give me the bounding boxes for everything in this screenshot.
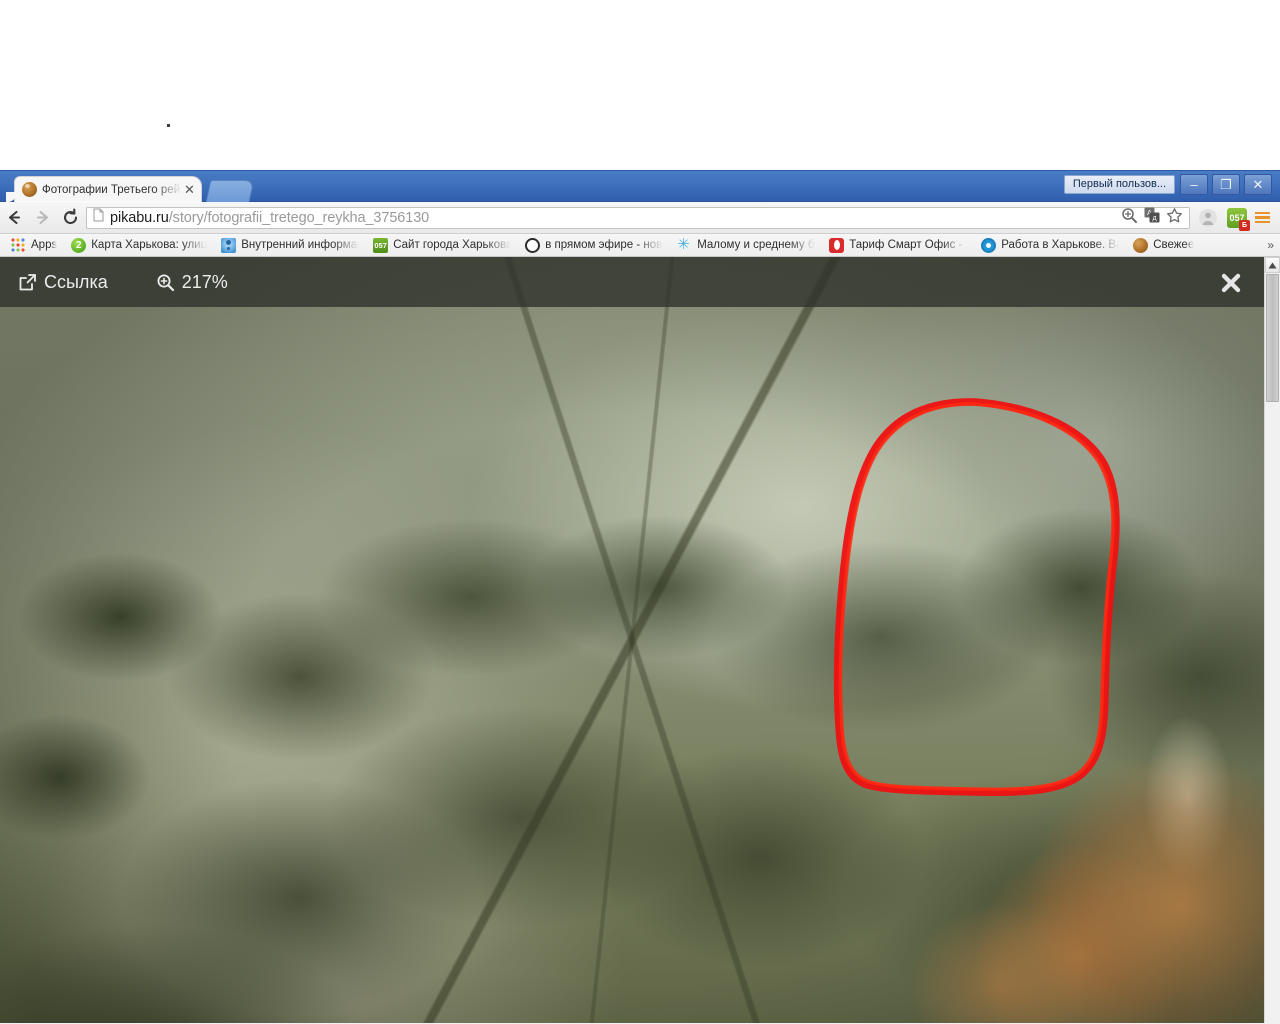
person-silhouette-icon[interactable] <box>1194 204 1222 232</box>
star-burst-icon <box>677 236 692 253</box>
apps-grid-icon <box>11 237 26 253</box>
viewer-close-button[interactable] <box>1220 272 1242 294</box>
pikabu-icon <box>1133 237 1149 253</box>
bookmark-label: Работа в Харькове. Ва <box>1001 239 1120 251</box>
bookmarks-bar: Apps 2 Карта Харькова: улиц Внутренний и… <box>0 234 1280 257</box>
bookmark-label: Сайт города Харькова <box>393 239 512 251</box>
bookmarks-overflow-button[interactable]: » <box>1267 237 1274 253</box>
star-outline-icon[interactable] <box>1166 207 1183 229</box>
zoom-magnifier-icon[interactable] <box>1121 207 1138 229</box>
new-tab-button[interactable] <box>205 180 255 202</box>
window-minimize-button[interactable]: – <box>1180 174 1208 195</box>
tab-close-icon[interactable]: ✕ <box>182 182 197 197</box>
extension-057-button[interactable]: 057 Б <box>1227 207 1250 231</box>
people-icon <box>221 237 237 253</box>
bookmark-label: Свежее <box>1153 239 1195 251</box>
bookmark-vnutrenniy-informac[interactable]: Внутренний информац <box>214 236 366 255</box>
address-bar[interactable]: pikabu.ru/story/fotografii_tretego_reykh… <box>86 206 1190 229</box>
image-viewer-toolbar: Ссылка 217% <box>0 257 1264 307</box>
menu-bar-1 <box>1255 211 1270 215</box>
extension-057-badge: Б <box>1239 219 1250 231</box>
menu-bar-3 <box>1255 220 1270 224</box>
bookmark-label: Малому и среднему би <box>697 239 816 251</box>
window-maximize-button[interactable]: ❐ <box>1212 174 1240 195</box>
bookmark-malomu-i-srednemu[interactable]: Малому и среднему би <box>670 236 822 255</box>
svg-text:д: д <box>1152 215 1156 222</box>
viewer-zoom-level[interactable]: 217% <box>156 272 228 293</box>
viewer-link-label: Ссылка <box>44 271 108 292</box>
opera-red-icon <box>829 237 845 253</box>
user-profile-button[interactable]: Первый пользов... <box>1063 175 1175 194</box>
viewer-link-button[interactable]: Ссылка <box>18 272 108 293</box>
target-blue-icon <box>981 237 997 253</box>
tab-title: Фотографии Третьего рей <box>42 183 181 196</box>
hamburger-menu-icon[interactable] <box>1252 210 1273 226</box>
bookmark-apps[interactable]: Apps <box>4 236 64 255</box>
bookmark-karta-kharkova[interactable]: 2 Карта Харькова: улиц <box>64 236 214 255</box>
bookmark-tarif-smart-ofis[interactable]: Тариф Смарт Офис - М <box>822 236 974 255</box>
forward-arrow-icon <box>28 204 56 232</box>
reload-icon[interactable] <box>56 204 84 232</box>
bookmark-label: Карта Харькова: улиц <box>91 239 208 251</box>
bookmark-label: Внутренний информац <box>241 239 360 251</box>
menu-bar-2 <box>1255 216 1270 219</box>
bookmark-label: в прямом эфире - новос <box>545 239 664 251</box>
close-x-icon <box>1221 273 1241 293</box>
photo-vignette-layer <box>0 257 1264 1023</box>
zoom-in-magnifier-icon <box>156 273 175 292</box>
external-link-icon <box>18 273 37 292</box>
scrollbar-thumb[interactable] <box>1266 274 1279 402</box>
bookmark-svezhee[interactable]: Свежее <box>1126 236 1201 255</box>
map-2gis-icon: 2 <box>71 237 87 253</box>
vertical-scrollbar[interactable] <box>1264 257 1280 1023</box>
viewer-zoom-label: 217% <box>181 271 228 292</box>
browser-toolbar-right: 057 Б <box>1194 204 1280 232</box>
browser-window: Фотографии Третьего рей ✕ Первый пользов… <box>0 170 1280 1024</box>
bookmark-rabota-v-kharkove[interactable]: Работа в Харькове. Ва <box>974 236 1126 255</box>
desktop-background <box>0 0 1280 170</box>
translate-icon[interactable]: A д <box>1144 207 1160 228</box>
bookmark-v-pryamom-efire[interactable]: в прямом эфире - новос <box>518 236 670 255</box>
pikabu-favicon-icon <box>22 182 37 197</box>
bookmark-sayt-goroda-kharkova[interactable]: 057 Сайт города Харькова <box>366 236 518 255</box>
circle-dark-icon <box>525 237 541 253</box>
browser-navigation-toolbar: pikabu.ru/story/fotografii_tretego_reykh… <box>0 202 1280 234</box>
url-path: /story/fotografii_tretego_reykha_3756130 <box>168 209 430 226</box>
browser-title-bar: Фотографии Третьего рей ✕ Первый пользов… <box>0 171 1280 202</box>
address-bar-url: pikabu.ru/story/fotografii_tretego_reykh… <box>110 210 429 226</box>
screen-artifact-speck <box>167 124 170 127</box>
page-content: Ссылка 217% <box>0 257 1280 1023</box>
back-arrow-icon[interactable] <box>0 204 28 232</box>
bookmark-label: Тариф Смарт Офис - М <box>849 239 968 251</box>
window-close-button[interactable]: ✕ <box>1244 174 1272 195</box>
bookmark-label: Apps <box>31 239 58 251</box>
scrollbar-up-arrow[interactable] <box>1265 257 1280 273</box>
page-document-icon <box>93 208 104 227</box>
057-icon: 057 <box>373 237 389 253</box>
viewer-photo[interactable]: Ссылка 217% <box>0 257 1264 1023</box>
url-domain: pikabu.ru <box>110 209 169 226</box>
browser-tab[interactable]: Фотографии Третьего рей ✕ <box>6 176 202 202</box>
